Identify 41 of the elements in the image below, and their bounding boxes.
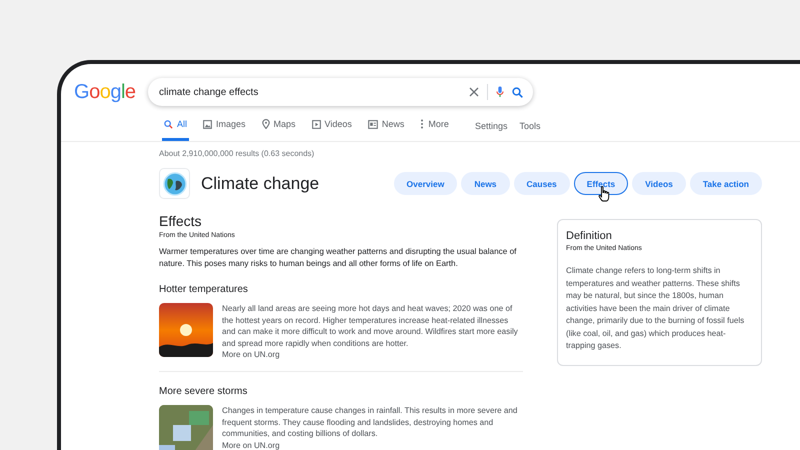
card-title: Definition: [566, 230, 613, 242]
section-title: Effects: [159, 213, 203, 229]
topic-chip[interactable]: Causes: [514, 172, 570, 195]
topic-chip[interactable]: Overview: [394, 172, 458, 195]
search-tab[interactable]: Videos: [310, 110, 354, 141]
microphone-icon[interactable]: [496, 86, 504, 98]
newspaper-icon: [368, 120, 378, 128]
search-tab[interactable]: All: [162, 110, 190, 141]
search-tab[interactable]: Maps: [260, 110, 298, 141]
search-field[interactable]: climate change effects: [148, 78, 533, 106]
sunset-drawing: [159, 303, 213, 357]
topic-chip[interactable]: Take action: [690, 172, 762, 195]
tool-link[interactable]: Settings: [474, 120, 508, 130]
hand-cursor-icon: [598, 186, 610, 202]
tool-link[interactable]: Tools: [519, 120, 540, 130]
effect-heading: Hotter temperatures: [159, 284, 249, 295]
result-stats: About 2,910,000,000 results (0.63 seconds): [159, 149, 316, 158]
search-tab[interactable]: News: [366, 110, 406, 141]
more-link[interactable]: More on UN.org: [222, 440, 523, 450]
effect-heading: More severe storms: [159, 386, 248, 397]
image-icon: [203, 120, 212, 128]
more-link[interactable]: More on UN.org: [222, 349, 523, 361]
search-icon: [164, 120, 173, 128]
topic-chip[interactable]: Effects: [574, 172, 628, 195]
search-icon[interactable]: [512, 86, 523, 98]
video-icon: [312, 120, 321, 128]
globe-icon: [159, 168, 190, 199]
topic-chip[interactable]: News: [461, 172, 510, 195]
houses-photo: [159, 404, 213, 450]
effect-description: Nearly all land areas are seeing more hot days and heat waves; 2020 was one of the hottest years on record. Higher temperatures increase heat-related illnesses and can make it more difficult to work and move around. Wildfires start more easily and spread more rapidly when conditions are hotter.: [222, 304, 518, 348]
effect-description: Changes in temperature cause changes in rainfall. This results in more severe and frequent storms. They cause flooding and landslides, destroying homes and communities, and costing billions of dollars.: [222, 406, 518, 438]
pin-icon: [262, 119, 270, 129]
intro-paragraph: Warmer temperatures over time are changing weather patterns and disrupting the usual balance of nature. This poses many risks to human beings and all other forms of life on Earth.: [159, 246, 518, 270]
definition-text: Climate change refers to long-term shifts in temperatures and weather patterns. These shifts may be natural, but since the 1800s, human activities have been the main driver of climate change, primarily due to the burning of fossil fuels (like coal, oil, and gas) which produces heat-trapping gases.: [566, 265, 746, 352]
topic-chip[interactable]: Videos: [632, 172, 686, 195]
more-icon: [420, 119, 424, 129]
google-logo[interactable]: Google: [74, 80, 148, 104]
search-tab[interactable]: Images: [201, 110, 248, 141]
close-icon[interactable]: [469, 87, 479, 97]
search-tab[interactable]: More: [418, 110, 451, 141]
topic-title: Climate change: [201, 174, 320, 194]
